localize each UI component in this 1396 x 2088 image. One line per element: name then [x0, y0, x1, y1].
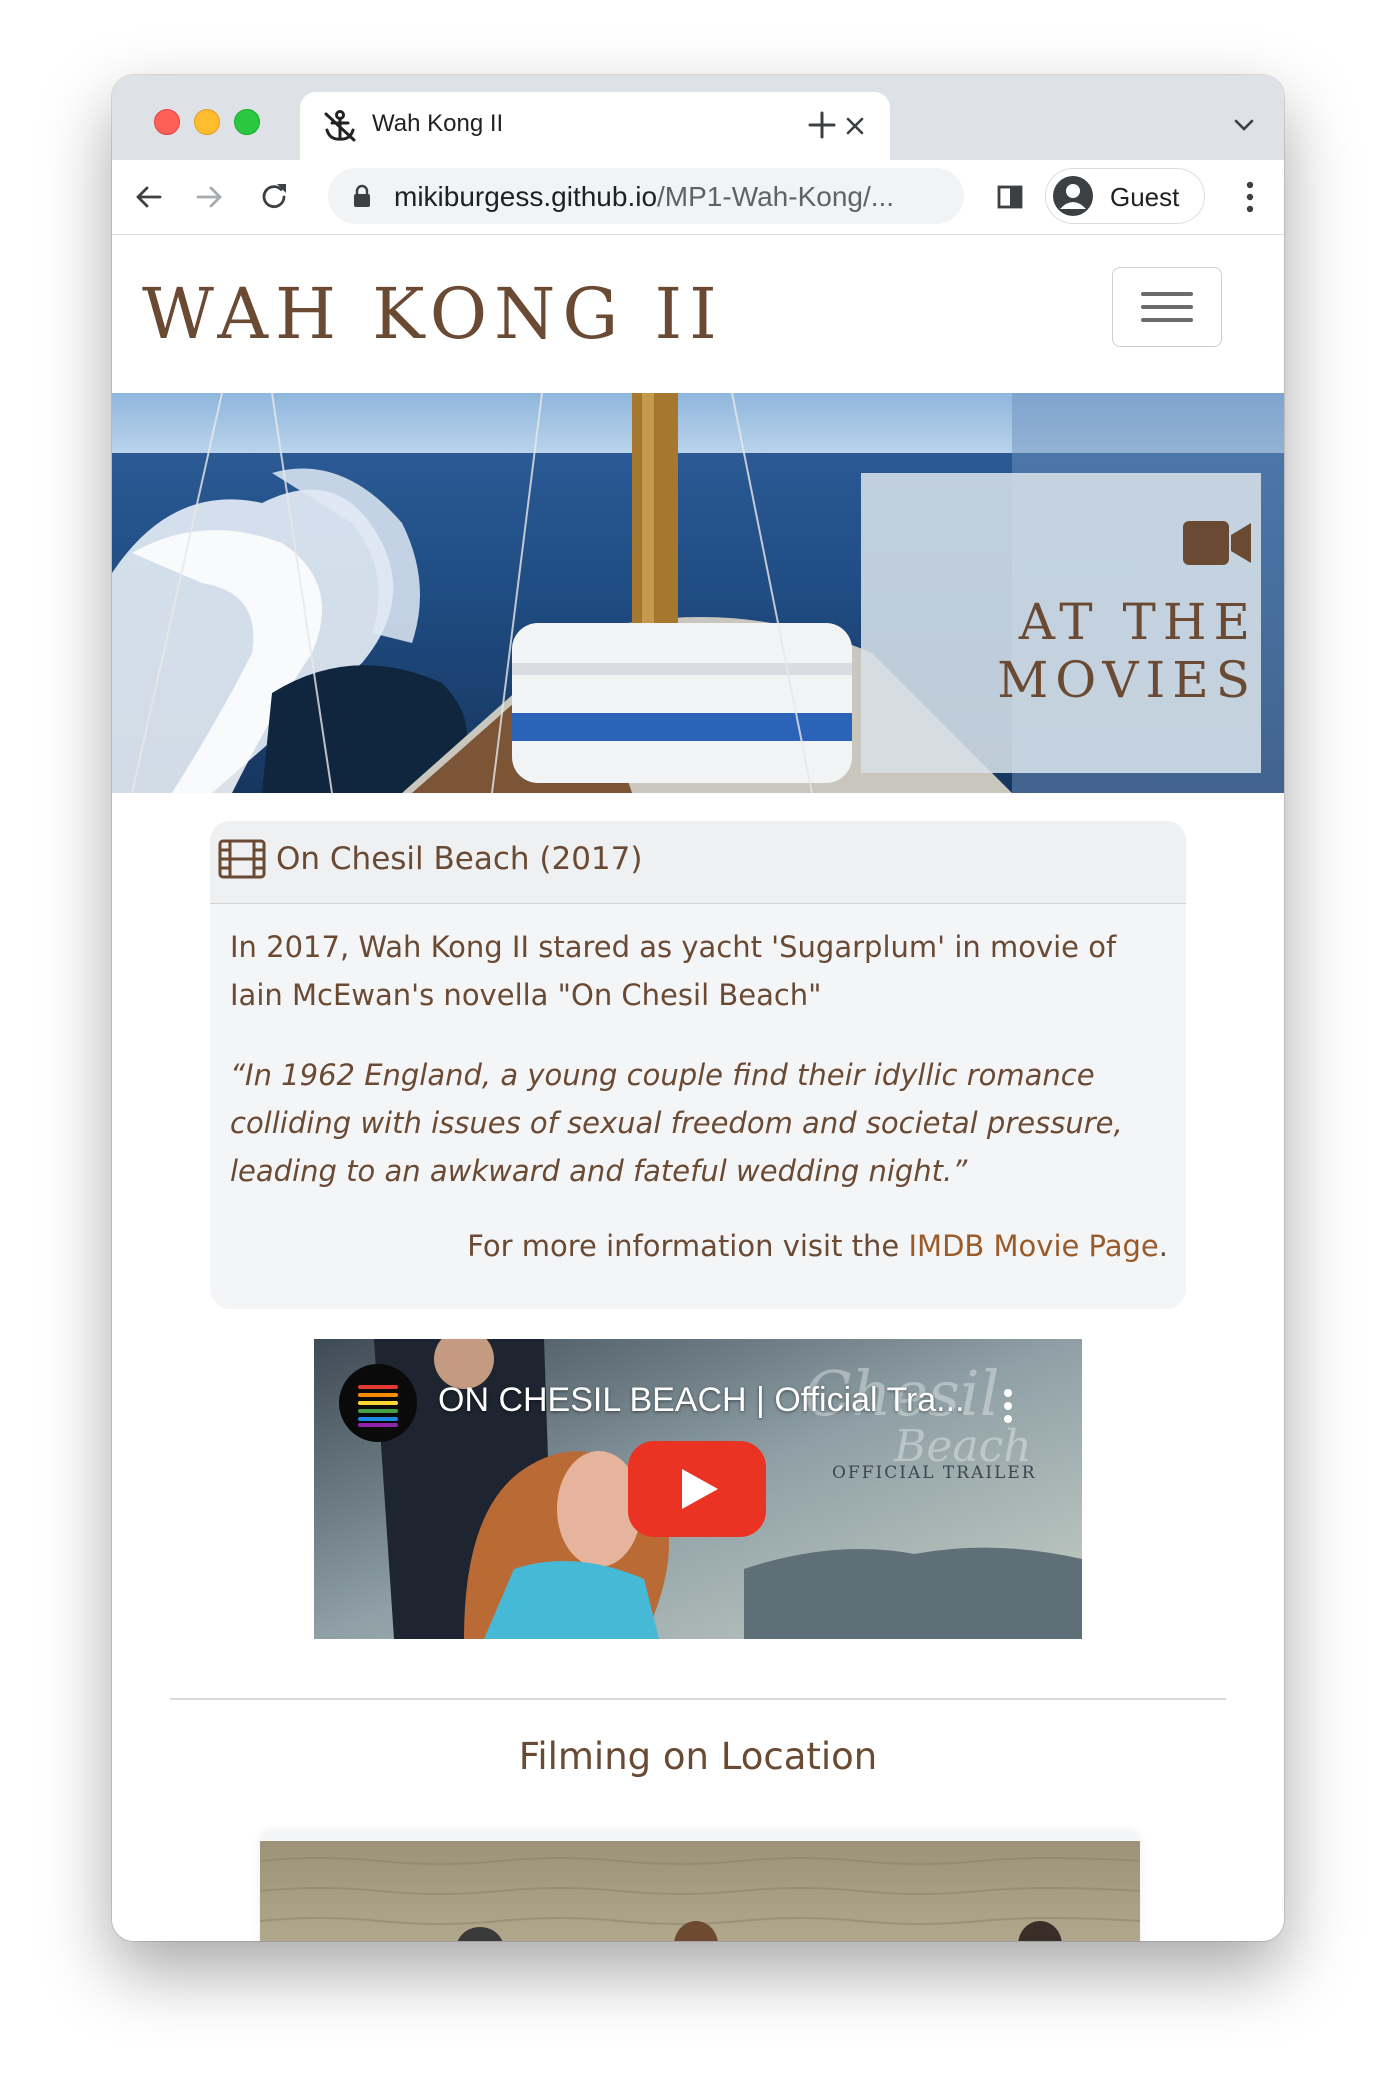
forward-arrow-icon[interactable]	[192, 179, 228, 215]
new-tab-icon[interactable]	[804, 107, 840, 143]
channel-avatar-icon[interactable]	[338, 1363, 418, 1443]
section-title: Filming on Location	[518, 1735, 878, 1778]
location-photo-card	[260, 1831, 1140, 1941]
hamburger-line	[1141, 318, 1193, 322]
browser-toolbar: mikiburgess.github.io/MP1-Wah-Kong/... G…	[112, 160, 1284, 235]
video-camera-icon	[1183, 521, 1251, 565]
chevron-down-icon[interactable]	[1232, 115, 1256, 135]
profile-label: Guest	[1110, 182, 1180, 212]
hero-banner: AT THE MOVIES	[112, 393, 1284, 793]
hamburger-line	[1141, 292, 1193, 296]
zoom-window-button[interactable]	[234, 109, 260, 135]
address-bar[interactable]: mikiburgess.github.io/MP1-Wah-Kong/...	[328, 168, 964, 224]
anchor-icon	[324, 110, 356, 142]
video-menu-icon[interactable]	[1002, 1387, 1014, 1425]
hero-title-line2: MOVIES	[997, 651, 1257, 709]
profile-button[interactable]: Guest	[1045, 168, 1205, 224]
hamburger-line	[1141, 305, 1193, 309]
url-text: mikiburgess.github.io/MP1-Wah-Kong/...	[394, 181, 894, 213]
tab-title: Wah Kong II	[372, 110, 504, 137]
movie-card: On Chesil Beach (2017) In 2017, Wah Kong…	[210, 821, 1186, 1309]
tab-strip: Wah Kong II	[112, 75, 1284, 162]
more-info-text: For more information visit the IMDB Movi…	[467, 1229, 1168, 1263]
browser-window: Wah Kong II mikiburgess.github.io/MP1-Wa…	[112, 75, 1284, 1941]
back-arrow-icon[interactable]	[130, 179, 166, 215]
card-header: On Chesil Beach (2017)	[210, 821, 1186, 904]
site-brand[interactable]: WAH KONG II	[142, 273, 724, 355]
avatar-icon	[1053, 176, 1093, 216]
film-icon	[218, 839, 266, 879]
video-trailer-label: OFFICIAL TRAILER	[832, 1463, 1037, 1483]
location-photo	[260, 1841, 1140, 1941]
lock-icon[interactable]	[352, 184, 372, 208]
hero-caption-panel: AT THE MOVIES	[861, 473, 1261, 773]
imdb-link[interactable]: IMDB Movie Page	[909, 1229, 1159, 1263]
page-content: WAH KONG II AT THE MOVIES On Chesil Beac…	[112, 235, 1284, 1941]
more-menu-icon[interactable]	[1246, 180, 1254, 214]
youtube-video-embed[interactable]: Chesil Beach OFFICIAL TRAILER ON CHESIL …	[314, 1339, 1082, 1639]
card-description: In 2017, Wah Kong II stared as yacht 'Su…	[230, 930, 1117, 1012]
section-divider	[170, 1698, 1226, 1700]
close-tab-icon[interactable]	[840, 111, 870, 141]
more-info-suffix: .	[1158, 1229, 1168, 1263]
url-domain: mikiburgess.github.io	[394, 181, 658, 212]
play-button-icon[interactable]	[628, 1441, 766, 1537]
url-path: /MP1-Wah-Kong/...	[657, 181, 895, 212]
hero-title: AT THE MOVIES	[877, 593, 1257, 709]
reload-icon[interactable]	[256, 179, 292, 215]
side-panel-icon[interactable]	[992, 179, 1028, 215]
navbar-toggle-button[interactable]	[1112, 267, 1222, 347]
more-info-prefix: For more information visit the	[467, 1229, 909, 1263]
close-window-button[interactable]	[154, 109, 180, 135]
hero-title-line1: AT THE	[1018, 593, 1257, 651]
active-tab[interactable]: Wah Kong II	[300, 92, 890, 162]
video-title[interactable]: ON CHESIL BEACH | Official Tra...	[438, 1381, 965, 1420]
movie-quote: “In 1962 England, a young couple find th…	[230, 1058, 1123, 1188]
minimize-window-button[interactable]	[194, 109, 220, 135]
card-title: On Chesil Beach (2017)	[276, 841, 643, 877]
